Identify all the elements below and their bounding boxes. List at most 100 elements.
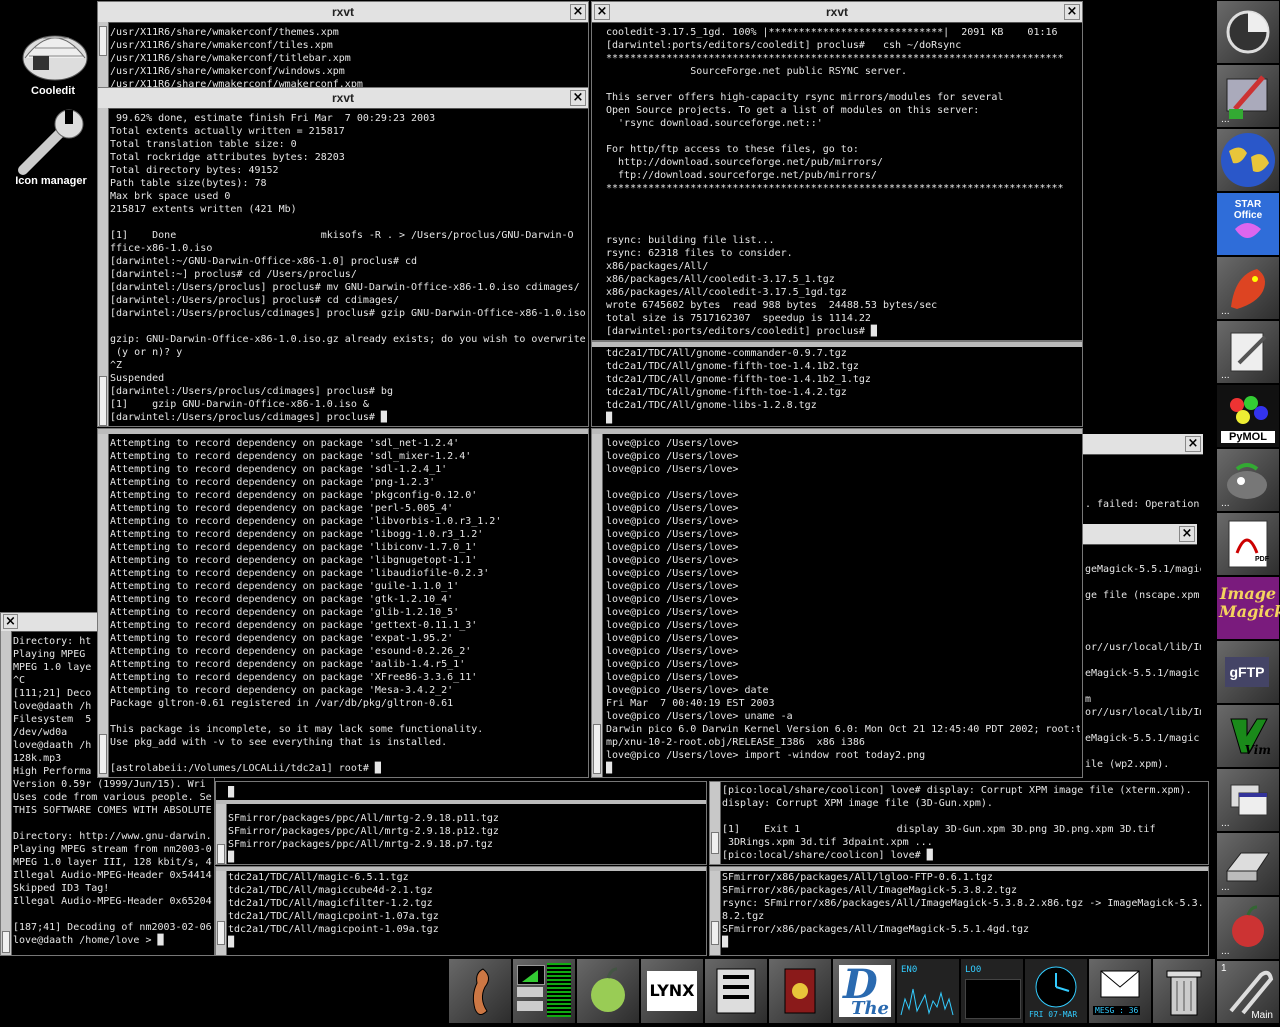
cde-icon[interactable] <box>704 958 768 1024</box>
paint-icon[interactable]: ... <box>1216 64 1280 128</box>
terminal-line: Attempting to record dependency on packa… <box>110 672 478 683</box>
close-icon[interactable]: × <box>570 4 586 20</box>
terminal-window-imagemagick[interactable]: × . failed: Operation geMagick-5.5.1/mag… <box>1083 434 1203 779</box>
imagemagick-icon[interactable]: Image Magick <box>1216 576 1280 640</box>
windows-icon[interactable]: ... <box>1216 768 1280 832</box>
gftp-icon[interactable]: gFTP <box>1216 640 1280 704</box>
terminal-line: [darwintel:/Users/proclus] proclus# mv G… <box>110 282 580 293</box>
title-bar[interactable]: rxvt × <box>98 2 588 23</box>
scrollbar[interactable] <box>1 631 12 955</box>
terminal-line: http://download.sourceforge.net/pub/mirr… <box>606 157 883 168</box>
trash-icon[interactable] <box>1152 958 1216 1024</box>
terminal-line: tdc2a1/TDC/All/magicfilter-1.2.tgz <box>228 898 433 909</box>
terminal-line: eMagick-5.5.1/magic. <box>1085 668 1201 679</box>
terminal-output[interactable]: 99.62% done, estimate finish Fri Mar 7 0… <box>110 112 586 426</box>
mozilla-icon[interactable]: ... <box>1216 256 1280 320</box>
terminal-output[interactable]: cooledit-3.17.5_1gd. 100% |*************… <box>606 26 1080 340</box>
title-bar[interactable]: rxvt × <box>98 88 588 109</box>
seahorse-icon[interactable] <box>448 958 512 1024</box>
meter-icon[interactable] <box>512 958 576 1024</box>
terminal-window-pkg-add[interactable]: Attempting to record dependency on packa… <box>97 428 589 778</box>
close-icon-2[interactable]: × <box>1064 4 1080 20</box>
terminal-line: SFmirror/packages/ppc/All/mrtg-2.9.18.p1… <box>228 826 499 837</box>
terminal-line: Directory: http://www.gnu-darwin. <box>13 831 212 842</box>
terminal-output[interactable]: Attempting to record dependency on packa… <box>110 437 586 777</box>
terminal-output[interactable]: love@pico /Users/love> love@pico /Users/l… <box>606 437 1080 777</box>
title-bar[interactable]: × rxvt × <box>592 2 1082 23</box>
terminal-line: or//usr/local/lib/Im <box>1085 642 1201 653</box>
pdf-icon[interactable]: PDF <box>1216 512 1280 576</box>
mail-check-icon[interactable]: MESG : 36 <box>1088 958 1152 1024</box>
terminal-line: [darwintel:/Users/proclus/cdimages] proc… <box>110 386 393 397</box>
terminal-window-rxvt-1[interactable]: rxvt × /usr/X11R6/share/wmakerconf/themes… <box>97 1 589 89</box>
gimp-icon[interactable]: ... <box>1216 448 1280 512</box>
pymol-icon[interactable]: PyMOL <box>1216 384 1280 448</box>
title-bar-2[interactable]: × <box>1083 524 1197 545</box>
terminal-line: [1] gzip GNU-Darwin-Office-x86-1.0.iso & <box>110 399 369 410</box>
terminal-line: /usr/X11R6/share/wmakerconf/windows.xpm <box>110 66 345 77</box>
close-icon[interactable]: × <box>1179 526 1195 542</box>
terminal-output[interactable]: SFmirror/x86/packages/All/lgloo-FTP-0.6.… <box>722 871 1206 955</box>
terminal-window-rxvt-3[interactable]: × rxvt × cooledit-3.17.5_1gd. 100% |****… <box>591 1 1083 341</box>
terminal-line: [darwintel:/Users/proclus/cdimages] proc… <box>110 308 586 319</box>
terminal-output[interactable]: /usr/X11R6/share/wmakerconf/themes.xpm/u… <box>110 26 586 88</box>
staroffice-icon[interactable]: STAR Office <box>1216 192 1280 256</box>
scrollbar[interactable] <box>592 434 603 777</box>
scrollbar[interactable] <box>216 871 227 955</box>
drive-icon[interactable]: ... <box>1216 832 1280 896</box>
terminal-output[interactable]: tdc2a1/TDC/All/magic-6.5.1.tgz tdc2a1/TDC… <box>228 871 704 955</box>
the-icon[interactable]: D The <box>832 958 896 1024</box>
terminal-window-magic-list[interactable]: tdc2a1/TDC/All/magic-6.5.1.tgz tdc2a1/TDC… <box>215 866 707 956</box>
terminal-line: SourceForge.net public RSYNC server. <box>606 66 908 77</box>
close-icon[interactable]: × <box>594 4 610 20</box>
close-icon[interactable]: × <box>1185 436 1201 452</box>
terminal-line: Attempting to record dependency on packa… <box>110 438 460 449</box>
terminal-line: love@pico /Users/love> <box>606 633 739 644</box>
desktop-icon-cooledit[interactable]: Cooledit <box>8 8 98 97</box>
terminal-output[interactable]: [pico:local/share/coolicon] love# displa… <box>722 784 1206 864</box>
terminal-window-gnome-list[interactable]: tdc2a1/TDC/All/gnome-commander-0.9.7.tgz… <box>591 341 1083 427</box>
globe-icon[interactable] <box>1216 128 1280 192</box>
system-icon[interactable] <box>1216 0 1280 64</box>
terminal-window-sfmirror[interactable]: SFmirror/x86/packages/All/lgloo-FTP-0.6.… <box>709 866 1209 956</box>
terminal-output[interactable]: tdc2a1/TDC/All/gnome-commander-0.9.7.tgz… <box>606 347 1080 426</box>
terminal-window-coolicon[interactable]: [pico:local/share/coolicon] love# displa… <box>709 781 1209 865</box>
editor-icon[interactable]: ... <box>1216 320 1280 384</box>
vim-icon[interactable]: Vim <box>1216 704 1280 768</box>
terminal-window-pico[interactable]: love@pico /Users/love> love@pico /Users/l… <box>591 428 1083 778</box>
lynx-icon[interactable]: LYNX <box>640 958 704 1024</box>
close-icon[interactable]: × <box>3 614 18 629</box>
terminal-line: love@pico /Users/love> <box>606 568 739 579</box>
imagemagick-label: Image Magick <box>1219 584 1280 621</box>
igloo-icon <box>22 35 88 81</box>
apple-icon[interactable]: ... <box>1216 896 1280 960</box>
terminal-window-mrtg[interactable]: █ SFmirror/packages/ppc/All/mrtg-2.9.18.… <box>215 781 707 865</box>
clock-icon[interactable]: FRI 07-MAR <box>1024 958 1088 1024</box>
net-monitor-icon[interactable]: EN0 <box>896 958 960 1024</box>
terminal-line: love@pico /Users/love> <box>606 672 739 683</box>
scrollbar[interactable] <box>710 782 721 864</box>
mailbox-icon[interactable] <box>768 958 832 1024</box>
apple-green-icon[interactable] <box>576 958 640 1024</box>
title-bar[interactable]: × <box>1083 434 1203 455</box>
terminal-window-rxvt-2[interactable]: rxvt × 99.62% done, estimate finish Fri M… <box>97 87 589 427</box>
pymol-label: PyMOL <box>1221 431 1275 443</box>
terminal-output[interactable]: █ SFmirror/packages/ppc/All/mrtg-2.9.18.… <box>228 786 704 864</box>
terminal-line: love@pico /Users/love> <box>606 503 739 514</box>
scrollbar[interactable] <box>98 108 109 426</box>
terminal-line: Total rockridge attributes bytes: 28203 <box>110 152 345 163</box>
desktop-icon-icon-manager[interactable]: Icon manager <box>6 104 96 187</box>
scrollbar[interactable] <box>216 804 227 864</box>
terminal-line: love@pico /Users/love> <box>606 516 739 527</box>
close-icon[interactable]: × <box>570 90 586 106</box>
clip-icon[interactable]: 1 Main <box>1216 960 1280 1024</box>
scrollbar[interactable] <box>98 434 109 777</box>
scrollbar[interactable] <box>710 871 721 955</box>
net-monitor-2-icon[interactable]: LO0 <box>960 958 1024 1024</box>
scrollbar[interactable] <box>98 22 109 88</box>
